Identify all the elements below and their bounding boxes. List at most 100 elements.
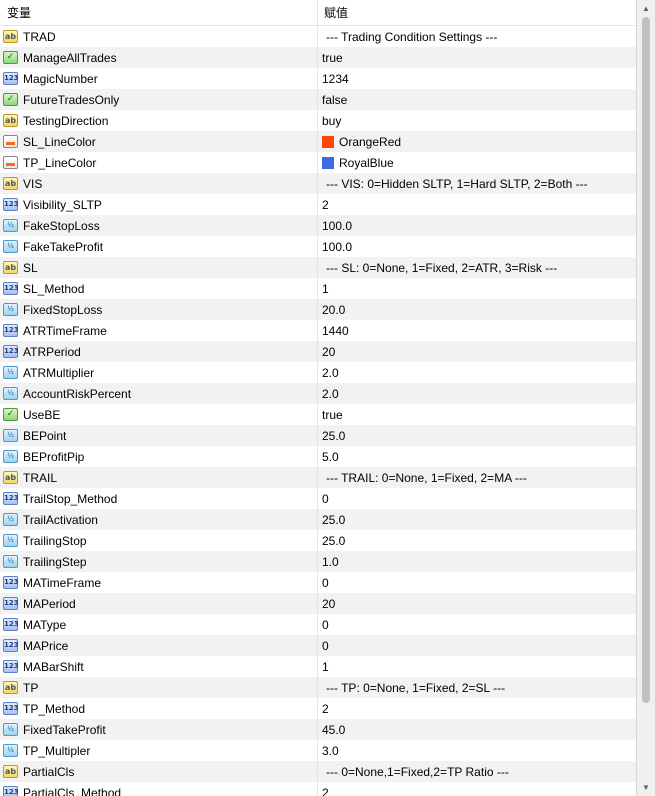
color-swatch[interactable]	[322, 156, 334, 169]
value-cell[interactable]: --- TRAIL: 0=None, 1=Fixed, 2=MA ---	[318, 467, 636, 488]
variable-cell[interactable]: 123 Visibility_SLTP	[0, 194, 318, 215]
table-row[interactable]: ab SL --- SL: 0=None, 1=Fixed, 2=ATR, 3=Ri…	[0, 257, 636, 278]
table-row[interactable]: 123 Visibility_SLTP 2	[0, 194, 636, 215]
table-row[interactable]: ½ ATRMultiplier 2.0	[0, 362, 636, 383]
table-row[interactable]: TP_LineColor RoyalBlue	[0, 152, 636, 173]
variable-cell[interactable]: 123 ATRPeriod	[0, 341, 318, 362]
table-row[interactable]: ab TP --- TP: 0=None, 1=Fixed, 2=SL ---	[0, 677, 636, 698]
table-row[interactable]: ✓ FutureTradesOnly false	[0, 89, 636, 110]
variable-cell[interactable]: ½ BEProfitPip	[0, 446, 318, 467]
value-cell[interactable]: true	[318, 47, 636, 68]
variable-cell[interactable]: 123 PartialCls_Method	[0, 782, 318, 796]
value-cell[interactable]: --- 0=None,1=Fixed,2=TP Ratio ---	[318, 761, 636, 782]
table-row[interactable]: ab PartialCls --- 0=None,1=Fixed,2=TP Rati…	[0, 761, 636, 782]
value-cell[interactable]: 20	[318, 341, 636, 362]
value-cell[interactable]: 2.0	[318, 362, 636, 383]
value-cell[interactable]: RoyalBlue	[318, 152, 636, 173]
variable-cell[interactable]: SL_LineColor	[0, 131, 318, 152]
variable-cell[interactable]: 123 MAType	[0, 614, 318, 635]
table-row[interactable]: ½ AccountRiskPercent 2.0	[0, 383, 636, 404]
value-cell[interactable]: 25.0	[318, 530, 636, 551]
table-row[interactable]: 123 PartialCls_Method 2	[0, 782, 636, 796]
value-cell[interactable]: 20.0	[318, 299, 636, 320]
table-row[interactable]: ½ TrailActivation 25.0	[0, 509, 636, 530]
value-cell[interactable]: 1440	[318, 320, 636, 341]
value-cell[interactable]: 1.0	[318, 551, 636, 572]
table-row[interactable]: ½ BEPoint 25.0	[0, 425, 636, 446]
vertical-scrollbar[interactable]: ▲ ▼	[637, 0, 655, 796]
value-cell[interactable]: 0	[318, 572, 636, 593]
variable-cell[interactable]: ½ TrailingStop	[0, 530, 318, 551]
variable-cell[interactable]: ½ ATRMultiplier	[0, 362, 318, 383]
variable-cell[interactable]: ½ FixedStopLoss	[0, 299, 318, 320]
color-swatch[interactable]	[322, 135, 334, 148]
variable-cell[interactable]: ab TP	[0, 677, 318, 698]
table-row[interactable]: SL_LineColor OrangeRed	[0, 131, 636, 152]
value-cell[interactable]: 3.0	[318, 740, 636, 761]
table-row[interactable]: 123 MATimeFrame 0	[0, 572, 636, 593]
value-cell[interactable]: 25.0	[318, 509, 636, 530]
table-row[interactable]: ab TRAIL --- TRAIL: 0=None, 1=Fixed, 2=MA …	[0, 467, 636, 488]
variable-cell[interactable]: ½ FakeStopLoss	[0, 215, 318, 236]
value-cell[interactable]: buy	[318, 110, 636, 131]
value-cell[interactable]: 0	[318, 635, 636, 656]
variable-cell[interactable]: ab VIS	[0, 173, 318, 194]
variable-cell[interactable]: ab TRAD	[0, 26, 318, 47]
value-cell[interactable]: 0	[318, 614, 636, 635]
value-cell[interactable]: 1	[318, 278, 636, 299]
value-cell[interactable]: 45.0	[318, 719, 636, 740]
value-cell[interactable]: 100.0	[318, 215, 636, 236]
table-row[interactable]: 123 MABarShift 1	[0, 656, 636, 677]
variable-cell[interactable]: ½ TrailActivation	[0, 509, 318, 530]
table-row[interactable]: 123 MAPeriod 20	[0, 593, 636, 614]
value-cell[interactable]: 100.0	[318, 236, 636, 257]
variable-cell[interactable]: ½ TP_Multipler	[0, 740, 318, 761]
value-cell[interactable]: 25.0	[318, 425, 636, 446]
value-cell[interactable]: 20	[318, 593, 636, 614]
value-cell[interactable]: 5.0	[318, 446, 636, 467]
value-cell[interactable]: 2	[318, 782, 636, 796]
value-cell[interactable]: 1234	[318, 68, 636, 89]
table-row[interactable]: 123 ATRTimeFrame 1440	[0, 320, 636, 341]
table-row[interactable]: 123 TrailStop_Method 0	[0, 488, 636, 509]
table-row[interactable]: ½ FixedStopLoss 20.0	[0, 299, 636, 320]
variable-cell[interactable]: ✓ UseBE	[0, 404, 318, 425]
variable-cell[interactable]: 123 TP_Method	[0, 698, 318, 719]
variable-cell[interactable]: ab TRAIL	[0, 467, 318, 488]
table-row[interactable]: ½ FixedTakeProfit 45.0	[0, 719, 636, 740]
table-row[interactable]: 123 ATRPeriod 20	[0, 341, 636, 362]
table-row[interactable]: ab TRAD --- Trading Condition Settings ---	[0, 26, 636, 47]
variable-cell[interactable]: ½ BEPoint	[0, 425, 318, 446]
variable-cell[interactable]: 123 MABarShift	[0, 656, 318, 677]
value-cell[interactable]: --- SL: 0=None, 1=Fixed, 2=ATR, 3=Risk -…	[318, 257, 636, 278]
variable-cell[interactable]: 123 MATimeFrame	[0, 572, 318, 593]
table-row[interactable]: 123 MagicNumber 1234	[0, 68, 636, 89]
value-cell[interactable]: true	[318, 404, 636, 425]
table-row[interactable]: ab VIS --- VIS: 0=Hidden SLTP, 1=Hard SLTP…	[0, 173, 636, 194]
variable-cell[interactable]: ½ TrailingStep	[0, 551, 318, 572]
scroll-down-arrow-icon[interactable]: ▼	[637, 779, 655, 796]
table-row[interactable]: ½ TP_Multipler 3.0	[0, 740, 636, 761]
table-row[interactable]: ✓ ManageAllTrades true	[0, 47, 636, 68]
value-cell[interactable]: 2.0	[318, 383, 636, 404]
scroll-up-arrow-icon[interactable]: ▲	[637, 0, 655, 17]
column-header-value[interactable]: 赋值	[318, 0, 636, 25]
table-row[interactable]: ½ FakeStopLoss 100.0	[0, 215, 636, 236]
variable-cell[interactable]: ½ AccountRiskPercent	[0, 383, 318, 404]
column-header-variable[interactable]: 变量	[0, 0, 318, 25]
variable-cell[interactable]: 123 ATRTimeFrame	[0, 320, 318, 341]
table-row[interactable]: ½ TrailingStep 1.0	[0, 551, 636, 572]
value-cell[interactable]: OrangeRed	[318, 131, 636, 152]
table-row[interactable]: 123 TP_Method 2	[0, 698, 636, 719]
variable-cell[interactable]: ab TestingDirection	[0, 110, 318, 131]
value-cell[interactable]: false	[318, 89, 636, 110]
value-cell[interactable]: --- VIS: 0=Hidden SLTP, 1=Hard SLTP, 2=B…	[318, 173, 636, 194]
variable-cell[interactable]: ✓ FutureTradesOnly	[0, 89, 318, 110]
variable-cell[interactable]: ½ FixedTakeProfit	[0, 719, 318, 740]
variable-cell[interactable]: 123 MAPrice	[0, 635, 318, 656]
variable-cell[interactable]: ½ FakeTakeProfit	[0, 236, 318, 257]
table-row[interactable]: ½ TrailingStop 25.0	[0, 530, 636, 551]
table-row[interactable]: ½ FakeTakeProfit 100.0	[0, 236, 636, 257]
variable-cell[interactable]: 123 MAPeriod	[0, 593, 318, 614]
value-cell[interactable]: 1	[318, 656, 636, 677]
